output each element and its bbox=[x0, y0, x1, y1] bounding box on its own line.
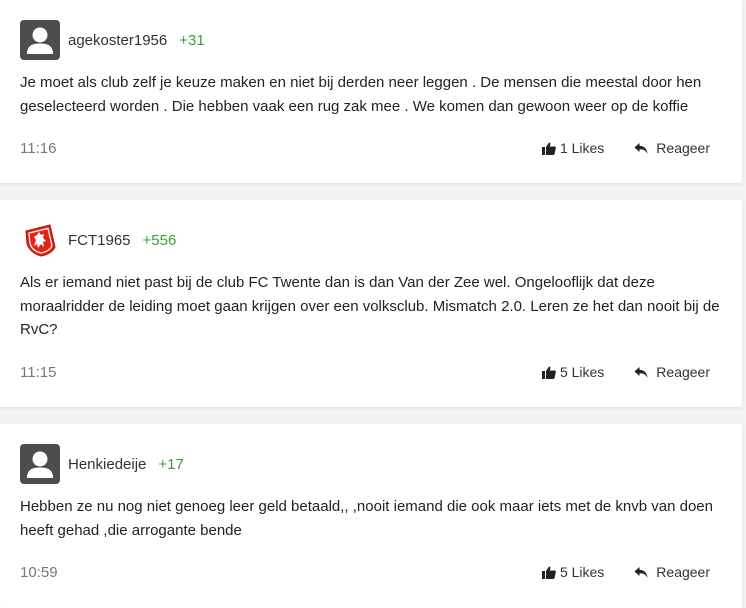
comment-text: Je moet als club zelf je keuze maken en … bbox=[20, 74, 702, 115]
reply-label: Reageer bbox=[656, 564, 710, 580]
like-count: 5 Likes bbox=[559, 564, 605, 580]
like-count: 1 Likes bbox=[559, 140, 605, 156]
comment-footer: 10:59 5 Likes Reageer bbox=[20, 561, 710, 583]
user-avatar-icon[interactable] bbox=[20, 444, 60, 484]
comment-actions: 5 Likes Reageer bbox=[541, 364, 710, 380]
comment-card: FCT1965 +556 Als er iemand niet past bij… bbox=[0, 200, 742, 407]
reply-button[interactable]: Reageer bbox=[634, 140, 710, 156]
comment-text: Als er iemand niet past bij de club FC T… bbox=[20, 274, 720, 338]
comment-footer: 11:15 5 Likes Reageer bbox=[20, 361, 710, 383]
comment-time: 11:15 bbox=[20, 363, 57, 381]
user-score: +31 bbox=[179, 31, 205, 49]
comment-actions: 1 Likes Reageer bbox=[541, 140, 710, 156]
comment-header: Henkiedeije +17 bbox=[20, 444, 184, 484]
comment-actions: 5 Likes Reageer bbox=[541, 564, 710, 580]
reply-arrow-icon bbox=[634, 566, 648, 578]
comment-card: agekoster1956 +31 Je moet als club zelf … bbox=[0, 0, 742, 183]
comment-footer: 11:16 1 Likes Reageer bbox=[20, 137, 710, 159]
comment-text: Hebben ze nu nog niet genoeg leer geld b… bbox=[20, 498, 713, 539]
comment-header: agekoster1956 +31 bbox=[20, 20, 205, 60]
reply-label: Reageer bbox=[656, 364, 710, 380]
thumbs-up-icon bbox=[541, 566, 556, 579]
user-score: +17 bbox=[158, 455, 184, 473]
reply-button[interactable]: Reageer bbox=[634, 364, 710, 380]
user-score: +556 bbox=[142, 231, 177, 249]
reply-label: Reageer bbox=[656, 140, 710, 156]
comment-header: FCT1965 +556 bbox=[20, 220, 176, 260]
comment-time: 10:59 bbox=[20, 563, 58, 581]
user-avatar-icon[interactable] bbox=[20, 20, 60, 60]
thumbs-up-icon bbox=[541, 142, 556, 155]
reply-arrow-icon bbox=[634, 142, 648, 154]
like-button[interactable]: 5 Likes bbox=[541, 364, 605, 380]
comment-card: Henkiedeije +17 Hebben ze nu nog niet ge… bbox=[0, 424, 742, 608]
comment-list: agekoster1956 +31 Je moet als club zelf … bbox=[0, 0, 746, 608]
like-button[interactable]: 1 Likes bbox=[541, 140, 605, 156]
username[interactable]: agekoster1956 bbox=[68, 32, 167, 49]
thumbs-up-icon bbox=[541, 366, 556, 379]
reply-button[interactable]: Reageer bbox=[634, 564, 710, 580]
like-count: 5 Likes bbox=[559, 364, 605, 380]
username[interactable]: Henkiedeije bbox=[68, 456, 146, 473]
fc-twente-logo-icon[interactable] bbox=[20, 220, 60, 260]
comment-time: 11:16 bbox=[20, 139, 57, 157]
username[interactable]: FCT1965 bbox=[68, 232, 131, 249]
like-button[interactable]: 5 Likes bbox=[541, 564, 605, 580]
reply-arrow-icon bbox=[634, 366, 648, 378]
